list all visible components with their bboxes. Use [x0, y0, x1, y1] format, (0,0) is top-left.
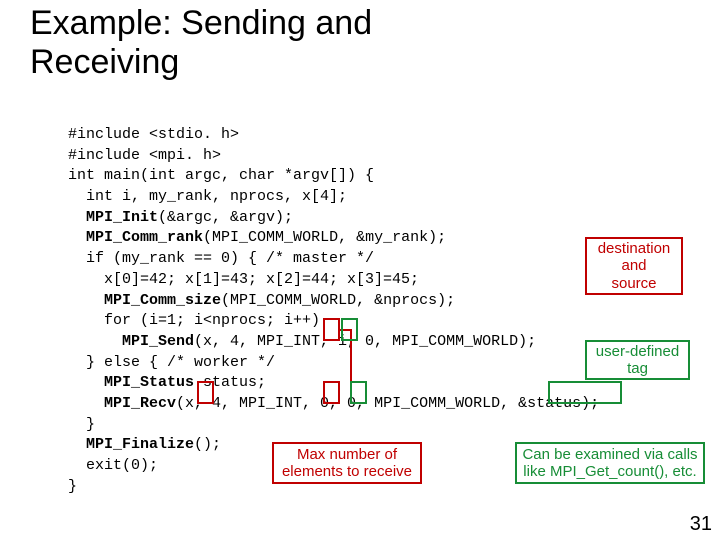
- code-l14a: [68, 395, 104, 412]
- code-l12: } else { /* worker */: [68, 354, 275, 371]
- page-number: 31: [690, 513, 712, 536]
- code-l05a: [68, 209, 86, 226]
- code-l14c: (x, 4, MPI_INT, 0, 0, MPI_COMM_WORLD, &s…: [176, 395, 599, 412]
- code-l06a: [68, 229, 86, 246]
- label-max: Max number of elements to receive: [272, 442, 422, 484]
- slide-title: Example: Sending and Receiving: [0, 0, 720, 82]
- box-recv-status: [548, 381, 622, 404]
- code-l11c: (x, 4, MPI_INT, i, 0, MPI_COMM_WORLD);: [194, 333, 536, 350]
- code-l17: exit(0);: [68, 457, 158, 474]
- code-l09a: [68, 292, 104, 309]
- code-l18: }: [68, 478, 77, 495]
- title-line-2: Receiving: [30, 43, 179, 81]
- code-l07: if (my_rank == 0) { /* master */: [68, 250, 374, 267]
- label-status: Can be examined via calls like MPI_Get_c…: [515, 442, 705, 484]
- code-l05c: (&argc, &argv);: [158, 209, 293, 226]
- code-l02: #include <mpi. h>: [68, 147, 221, 164]
- code-l09c: (MPI_COMM_WORLD, &nprocs);: [221, 292, 455, 309]
- code-l13b: MPI_Status: [104, 374, 194, 391]
- box-recv-0a: [323, 381, 340, 404]
- code-l11b: MPI_Send: [122, 333, 194, 350]
- box-recv-count: [197, 381, 214, 404]
- box-send-tag: [341, 318, 358, 341]
- code-l08: x[0]=42; x[1]=43; x[2]=44; x[3]=45;: [68, 271, 419, 288]
- box-send-i: [323, 318, 340, 341]
- code-l05b: MPI_Init: [86, 209, 158, 226]
- code-l06c: (MPI_COMM_WORLD, &my_rank);: [203, 229, 446, 246]
- label-dest-source: destination and source: [585, 237, 683, 295]
- code-l14b: MPI_Recv: [104, 395, 176, 412]
- title-line-1: Example: Sending and: [30, 4, 372, 42]
- code-l03: int main(int argc, char *argv[]) {: [68, 167, 374, 184]
- code-l15: }: [68, 416, 95, 433]
- code-l11a: [68, 333, 122, 350]
- code-l01: #include <stdio. h>: [68, 126, 248, 143]
- code-l16c: ();: [194, 436, 221, 453]
- box-recv-tag: [350, 381, 367, 404]
- code-l10: for (i=1; i<nprocs; i++): [68, 312, 320, 329]
- label-user-tag: user-defined tag: [585, 340, 690, 380]
- code-l13a: [68, 374, 104, 391]
- code-l06b: MPI_Comm_rank: [86, 229, 203, 246]
- code-l04: int i, my_rank, nprocs, x[4];: [68, 188, 347, 205]
- code-l09b: MPI_Comm_size: [104, 292, 221, 309]
- code-l16a: [68, 436, 86, 453]
- code-l16b: MPI_Finalize: [86, 436, 194, 453]
